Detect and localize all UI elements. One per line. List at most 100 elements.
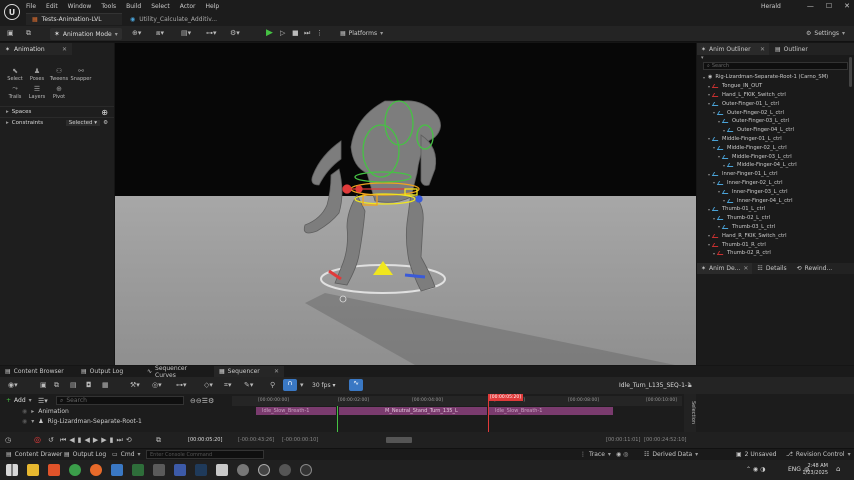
clock-icon[interactable]: ◷: [5, 436, 11, 444]
outliner-scrollbar[interactable]: [849, 57, 852, 87]
save-icon[interactable]: ▣: [7, 29, 14, 37]
file-explorer-icon[interactable]: [27, 464, 39, 476]
curve-editor-icon[interactable]: ∿: [349, 379, 363, 391]
transport-controls[interactable]: ⏮◀▮◀▶▶▮⏭⟲: [60, 436, 135, 445]
tab-sequencer-curves[interactable]: ∿ Sequencer Curves: [142, 365, 214, 379]
track-search-input[interactable]: Search: [66, 397, 87, 404]
system-tray-icons[interactable]: ⌃ ◉ ◑: [746, 466, 765, 473]
tab-outliner[interactable]: ▤ Outliner: [769, 43, 814, 55]
tab-anim-details[interactable]: ✶ Anim De... ✕: [697, 263, 753, 274]
clip-turn[interactable]: M_Neutral_Stand_Turn_135_L: [339, 407, 487, 415]
outliner-search[interactable]: ⌕ Search: [703, 62, 848, 70]
level-viewport[interactable]: [115, 43, 696, 365]
outliner-tree-item[interactable]: ▾ Thumb-01_L_ctrl: [703, 205, 854, 214]
document-icon[interactable]: [216, 464, 228, 476]
outliner-tree-item[interactable]: ▾ Middle-Finger-02_L_ctrl: [703, 143, 854, 152]
unreal-logo-icon[interactable]: U: [4, 4, 20, 20]
track-animation[interactable]: ◉ ▸ Animation: [14, 406, 232, 416]
menu-edit[interactable]: Edit: [46, 3, 58, 10]
snap-icon[interactable]: ∩: [283, 379, 297, 391]
tab-animation[interactable]: ✶ Animation ✕: [0, 43, 72, 55]
camera-icon[interactable]: ▤: [70, 381, 77, 389]
record-icon[interactable]: ◎: [34, 435, 41, 444]
menu-help[interactable]: Help: [206, 3, 220, 10]
key-tools-icon[interactable]: ⚒▾: [130, 381, 140, 389]
playhead-line[interactable]: [488, 401, 489, 432]
browse-icon[interactable]: ⧉: [54, 381, 59, 390]
playhead-time[interactable]: [00:00:05:20]: [488, 394, 523, 401]
menu-actor[interactable]: Actor: [180, 3, 196, 10]
play-icon[interactable]: ▶: [266, 28, 273, 38]
eye-icon[interactable]: ◉: [22, 418, 27, 425]
working-start-time[interactable]: [-00:00:00:10]: [282, 437, 318, 443]
tab-utility[interactable]: ◉ Utility_Calculate_Additiv...: [124, 13, 220, 25]
trace-dropdown[interactable]: ⋮ Trace ▾: [580, 451, 611, 458]
eye-icon[interactable]: ◉: [22, 408, 27, 415]
maximize-button[interactable]: ☐: [826, 2, 832, 10]
language-indicator[interactable]: ENG: [788, 466, 801, 473]
tab-sequencer[interactable]: ▦ Sequencer ✕: [214, 366, 284, 377]
outliner-tree-item[interactable]: ▾ Inner-Finger-02_L_ctrl: [703, 179, 854, 188]
spaces-section[interactable]: ▸ Spaces ⊕: [0, 106, 114, 117]
playback-options-icon[interactable]: ⊶▾: [176, 381, 187, 389]
constraints-options-icon[interactable]: ⚙: [103, 120, 108, 126]
outliner-tree-item[interactable]: ▾ Inner-Finger-01_L_ctrl: [703, 170, 854, 179]
menu-window[interactable]: Window: [68, 3, 92, 10]
output-log-button[interactable]: ▤ Output Log: [64, 451, 106, 458]
outliner-tree-item[interactable]: ▾ Inner-Finger-03_L_ctrl: [703, 187, 854, 196]
menu-build[interactable]: Build: [126, 3, 141, 10]
brave-icon[interactable]: [48, 464, 60, 476]
snap-options-icon[interactable]: ▾: [300, 381, 304, 389]
content-icon[interactable]: ⧉: [26, 29, 31, 38]
close-icon[interactable]: ✕: [62, 46, 67, 53]
tool-poses[interactable]: ♟ Poses: [26, 67, 48, 82]
render-icon[interactable]: ◘: [86, 381, 92, 389]
minimize-button[interactable]: —: [807, 2, 814, 10]
outliner-tree-item[interactable]: ▾ Tongue_IN_OUT: [703, 82, 854, 91]
tab-level[interactable]: ▦ Tests-Animation-LVL: [26, 13, 122, 25]
filter-icon[interactable]: ▾: [697, 55, 854, 62]
blueprint-menu-icon[interactable]: ⧈▾: [156, 29, 164, 38]
unsaved-button[interactable]: ▣ 2 Unsaved: [736, 451, 776, 458]
tab-rewind[interactable]: ⟲ Rewind...: [792, 263, 838, 274]
sequence-name[interactable]: Idle_Turn_L135_SEQ-1-1: [619, 382, 691, 389]
track-options-icon[interactable]: ⊖⊖☰⚙: [190, 397, 214, 405]
save-sequence-icon[interactable]: ▣: [40, 381, 47, 389]
outliner-tree-item[interactable]: ▾ Middle-Finger-03_L_ctrl: [703, 152, 854, 161]
outliner-tree-item[interactable]: ▾ Hand_L_FKIK_Switch_ctrl: [703, 91, 854, 100]
menu-tools[interactable]: Tools: [101, 3, 116, 10]
notes-icon[interactable]: [174, 464, 186, 476]
tool-pivot[interactable]: ⊕ Pivot: [48, 85, 70, 100]
key-icon[interactable]: ◇▾: [204, 381, 213, 389]
clapper-icon[interactable]: ▦: [102, 381, 109, 389]
constraints-dropdown[interactable]: Selected ▾: [65, 120, 101, 126]
outliner-tree-item[interactable]: ▾ Middle-Finger-04_L_ctrl: [703, 161, 854, 170]
outliner-tree-item[interactable]: ▾ Outer-Finger-03_L_ctrl: [703, 117, 854, 126]
timeline-ruler[interactable]: [00:00:00:00] [00:00:02:00] [00:00:04:00…: [232, 396, 682, 406]
timeline-scrollbar[interactable]: [386, 437, 412, 443]
code-editor-icon[interactable]: [132, 464, 144, 476]
view-options-icon[interactable]: ◎▾: [152, 381, 162, 389]
view-end-time[interactable]: [00:00:24:52:10]: [644, 437, 686, 443]
track-search[interactable]: ⌕ Search: [56, 396, 184, 405]
pen-icon[interactable]: ✎▾: [244, 381, 253, 389]
outliner-tree-item[interactable]: ▾ Thumb-02_L_ctrl: [703, 214, 854, 223]
outliner-tree-item[interactable]: ▾ Outer-Finger-04_L_ctrl: [703, 126, 854, 135]
outliner-tree-item[interactable]: ▾ Hand_R_FKIK_Switch_ctrl: [703, 231, 854, 240]
tab-content-browser[interactable]: ▤ Content Browser: [0, 366, 70, 377]
viewport-scene[interactable]: [115, 43, 696, 365]
settings-dropdown[interactable]: ⚙ Settings ▾: [806, 30, 845, 37]
outliner-tree-item[interactable]: ▾ ◉ Rig-Lizardman-Separate-Root-1 (Carno_S…: [703, 73, 854, 82]
stop-icon[interactable]: ■: [292, 29, 299, 37]
tool-snapper[interactable]: ⚯ Snapper: [70, 67, 92, 82]
loop-icon[interactable]: ↺: [48, 436, 54, 444]
tool-layers[interactable]: ☰ Layers: [26, 85, 48, 100]
track-rig[interactable]: ◉ ▾ ♟ Rig-Lizardman-Separate-Root-1: [14, 416, 232, 426]
notifications-icon[interactable]: ⌂: [836, 465, 840, 473]
game-icon[interactable]: [300, 464, 312, 476]
view-start-time[interactable]: [-00:00:43:26]: [238, 437, 274, 443]
outliner-tree-item[interactable]: ▾ Outer-Finger-02_L_ctrl: [703, 108, 854, 117]
mode-dropdown[interactable]: ✶ Animation Mode ▾: [50, 28, 122, 40]
build-icon[interactable]: ⚙▾: [230, 29, 240, 37]
menu-file[interactable]: File: [26, 3, 36, 10]
